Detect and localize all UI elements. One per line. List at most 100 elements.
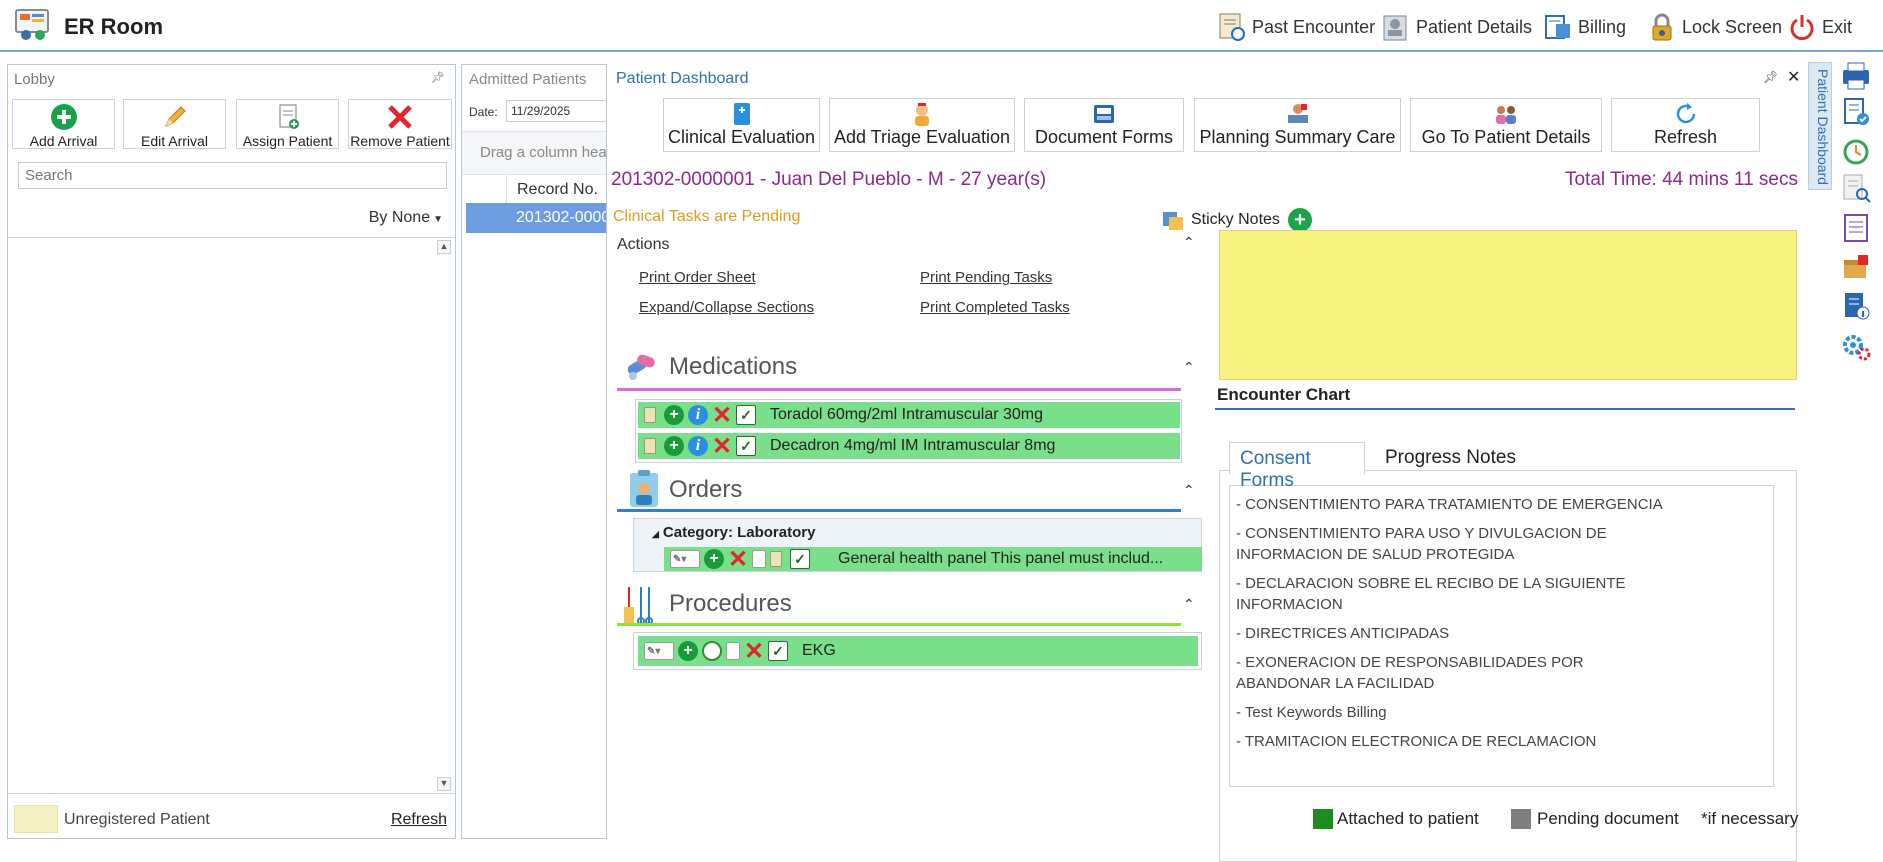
list-item[interactable]: ✎▾ + ✕ ✓ General health panel This panel…	[664, 546, 1202, 573]
expand-collapse-link[interactable]: Expand/Collapse Sections	[639, 299, 814, 316]
tab-consent-forms[interactable]: Consent Forms	[1229, 442, 1365, 491]
exit-button[interactable]: Exit	[1788, 10, 1852, 44]
lobby-list[interactable]: ▲ ▼	[8, 237, 455, 794]
delete-icon[interactable]: ✕	[728, 546, 748, 573]
scroll-up-icon[interactable]: ▲	[437, 240, 451, 254]
family-icon	[1493, 101, 1519, 127]
delete-icon[interactable]: ✕	[712, 433, 732, 460]
list-item[interactable]: - CONSENTIMIENTO PARA USO Y DIVULGACION …	[1236, 523, 1767, 565]
list-item[interactable]: - CONSENTIMIENTO PARA TRATAMIENTO DE EME…	[1236, 494, 1767, 515]
consent-forms-list: - CONSENTIMIENTO PARA TRATAMIENTO DE EME…	[1229, 485, 1774, 787]
add-icon[interactable]: +	[704, 549, 724, 569]
add-icon[interactable]: +	[678, 641, 698, 661]
template-dropdown[interactable]: ✎▾	[670, 550, 700, 568]
medication-text: Toradol 60mg/2ml Intramuscular 30mg	[770, 406, 1044, 423]
planning-summary-button[interactable]: Planning Summary Care	[1194, 98, 1401, 152]
add-icon[interactable]: +	[664, 405, 684, 425]
list-item[interactable]: + i ✕ ✓ Decadron 4mg/ml IM Intramuscular…	[638, 433, 1180, 460]
checkbox-checked-icon[interactable]: ✓	[790, 549, 810, 569]
nurse-icon	[909, 101, 935, 127]
actions-title: Actions	[617, 236, 670, 253]
clipboard-icon[interactable]	[726, 642, 740, 660]
checklist-icon[interactable]	[1840, 212, 1872, 244]
document-forms-button[interactable]: Document Forms	[1024, 98, 1184, 152]
delete-icon[interactable]: ✕	[744, 638, 764, 665]
record-column-header[interactable]: Record No.	[506, 175, 610, 203]
clipboard-icon[interactable]	[752, 550, 766, 568]
collapse-caret-icon[interactable]: ⌃	[1183, 596, 1195, 613]
add-sticky-note-icon[interactable]: +	[1287, 208, 1312, 232]
lock-screen-label: Lock Screen	[1682, 16, 1783, 37]
refresh-icon	[1673, 101, 1699, 127]
past-encounter-button[interactable]: Past Encounter	[1218, 10, 1375, 44]
printer-icon[interactable]	[1840, 60, 1872, 92]
list-item[interactable]: - DIRECTRICES ANTICIPADAS	[1236, 623, 1767, 644]
list-item[interactable]: - TRAMITACION ELECTRONICA DE RECLAMACION	[1236, 731, 1767, 752]
checklist-approve-icon[interactable]	[1840, 96, 1872, 128]
dashboard-refresh-button[interactable]: Refresh	[1611, 98, 1760, 152]
collapse-caret-icon[interactable]: ⌃	[1183, 359, 1195, 376]
lock-screen-button[interactable]: Lock Screen	[1648, 10, 1782, 44]
print-pending-tasks-link[interactable]: Print Pending Tasks	[920, 269, 1052, 286]
document-tray-icon	[1091, 101, 1117, 127]
procedures-list: ✎▾ + ✕ ✓ EKG	[633, 632, 1202, 670]
settings-gears-icon[interactable]	[1840, 330, 1872, 362]
checkbox-checked-icon[interactable]: ✓	[736, 436, 756, 456]
document-search-icon[interactable]	[1840, 172, 1872, 204]
template-dropdown[interactable]: ✎▾	[644, 642, 674, 660]
sticky-notes-area[interactable]	[1219, 230, 1797, 380]
assign-patient-label: Assign Patient	[242, 133, 333, 149]
patient-details-button[interactable]: Patient Details	[1382, 10, 1532, 44]
sticky-notes-icon	[1161, 208, 1185, 232]
package-icon[interactable]	[1840, 252, 1872, 284]
add-triage-label: Add Triage Evaluation	[833, 127, 1011, 147]
add-icon[interactable]: +	[664, 436, 684, 456]
encounter-chart-divider	[1215, 408, 1795, 410]
assign-patient-button[interactable]: Assign Patient	[236, 99, 339, 149]
print-order-sheet-link[interactable]: Print Order Sheet	[639, 269, 756, 286]
top-bar: ER Room Past Encounter Patient Details B…	[0, 0, 1883, 52]
add-triage-button[interactable]: Add Triage Evaluation	[829, 98, 1015, 152]
close-icon[interactable]: ✕	[1787, 67, 1800, 87]
list-item[interactable]: - DECLARACION SOBRE EL RECIBO DE LA SIGU…	[1236, 573, 1767, 615]
orders-icon	[627, 469, 661, 509]
list-item[interactable]: ✎▾ + ✕ ✓ EKG	[638, 636, 1198, 666]
caret-down-icon: ▼	[433, 214, 443, 225]
list-item[interactable]: + i ✕ ✓ Toradol 60mg/2ml Intramuscular 3…	[638, 402, 1180, 429]
category-header[interactable]: ◢ Category: Laboratory	[652, 524, 815, 541]
info-icon[interactable]: i	[688, 436, 708, 456]
collapse-caret-icon[interactable]: ⌃	[1183, 234, 1195, 251]
table-row[interactable]: 201302-0000	[466, 203, 610, 233]
checkbox-checked-icon[interactable]: ✓	[736, 405, 756, 425]
lobby-refresh-link[interactable]: Refresh	[391, 811, 447, 829]
billing-button[interactable]: Billing	[1544, 10, 1626, 44]
tab-progress-notes[interactable]: Progress Notes	[1377, 442, 1524, 474]
document-icon	[644, 407, 656, 423]
print-completed-tasks-link[interactable]: Print Completed Tasks	[920, 299, 1070, 316]
document-info-icon[interactable]	[1840, 290, 1872, 322]
goto-patient-button[interactable]: Go To Patient Details	[1410, 98, 1602, 152]
checkbox-checked-icon[interactable]: ✓	[768, 641, 788, 661]
info-icon[interactable]: i	[688, 405, 708, 425]
history-icon[interactable]	[1840, 136, 1872, 168]
collapse-caret-icon[interactable]: ⌃	[1183, 482, 1195, 499]
delete-icon[interactable]: ✕	[712, 402, 732, 429]
alarm-clock-icon[interactable]	[702, 641, 722, 661]
remove-patient-button[interactable]: Remove Patient	[348, 99, 452, 149]
add-arrival-button[interactable]: Add Arrival	[12, 99, 115, 149]
patient-dashboard-side-tab[interactable]: Patient Dashboard	[1808, 62, 1832, 190]
sort-dropdown[interactable]: By None ▼	[369, 209, 443, 227]
scroll-down-icon[interactable]: ▼	[437, 777, 451, 791]
add-arrival-label: Add Arrival	[29, 133, 98, 149]
pin-icon[interactable]: 📌︎	[1763, 70, 1778, 84]
unregistered-label: Unregistered Patient	[64, 811, 210, 828]
edit-arrival-button[interactable]: Edit Arrival	[123, 99, 226, 149]
list-item[interactable]: - EXONERACION DE RESPONSABILIDADES POR A…	[1236, 652, 1767, 694]
pin-icon[interactable]: 📌︎	[431, 71, 445, 84]
clinical-evaluation-button[interactable]: Clinical Evaluation	[663, 98, 820, 152]
exit-label: Exit	[1822, 16, 1853, 37]
lobby-search-input[interactable]	[18, 162, 447, 189]
list-item[interactable]: - Test Keywords Billing	[1236, 702, 1767, 723]
date-field[interactable]: 11/29/2025	[506, 100, 610, 122]
document-icon	[644, 438, 656, 454]
